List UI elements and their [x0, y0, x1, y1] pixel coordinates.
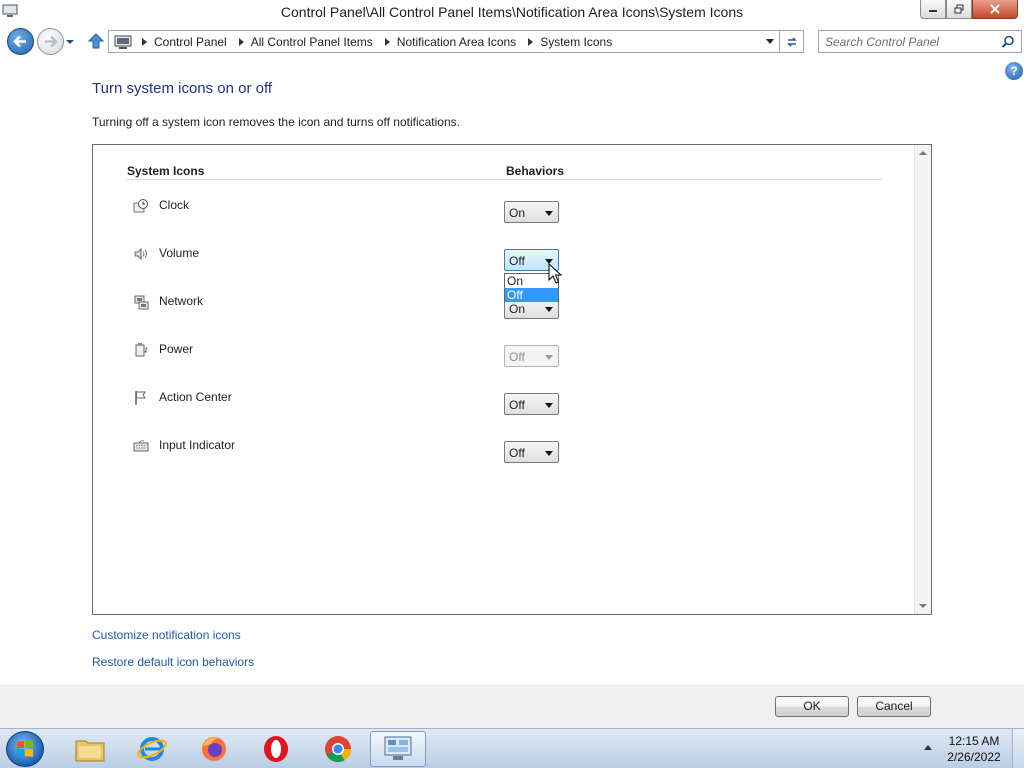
row-label-input-indicator: Input Indicator — [159, 438, 236, 452]
breadcrumb-control-panel[interactable]: Control Panel — [138, 35, 235, 49]
computer-icon — [114, 35, 132, 49]
restore-button[interactable] — [946, 0, 972, 19]
network-icon — [134, 295, 149, 310]
start-button[interactable] — [6, 731, 44, 767]
customize-notification-icons-link[interactable]: Customize notification icons — [92, 628, 241, 642]
opera-icon — [264, 736, 288, 762]
internet-explorer-icon — [137, 737, 167, 761]
search-box[interactable] — [818, 30, 1022, 53]
taskbar: 12:15 AM 2/26/2022 — [0, 728, 1024, 768]
breadcrumb-chevron-icon[interactable] — [384, 37, 390, 46]
minimize-button[interactable] — [920, 0, 946, 19]
taskbar-control-panel[interactable] — [370, 731, 426, 767]
address-bar[interactable]: Control Panel All Control Panel Items No… — [108, 30, 780, 53]
input-indicator-behavior-value: Off — [509, 446, 525, 460]
chevron-down-icon — [545, 451, 553, 456]
show-desktop-button[interactable] — [1012, 729, 1024, 768]
page-description: Turning off a system icon removes the ic… — [92, 115, 460, 129]
clock-icon — [133, 199, 148, 213]
row-label-clock: Clock — [159, 198, 190, 212]
chevron-down-icon — [545, 307, 553, 312]
mouse-cursor-icon — [548, 263, 562, 284]
chevron-down-icon — [545, 211, 553, 216]
taskbar-internet-explorer[interactable] — [124, 731, 180, 767]
taskbar-firefox[interactable] — [186, 731, 242, 767]
vertical-scrollbar[interactable] — [914, 145, 931, 614]
ok-button[interactable]: OK — [775, 696, 849, 717]
row-label-action-center: Action Center — [159, 390, 232, 404]
power-icon — [135, 343, 148, 357]
column-header-system-icons: System Icons — [127, 164, 205, 178]
action-center-behavior-value: Off — [509, 398, 525, 412]
navigation-bar: Control Panel All Control Panel Items No… — [0, 26, 1024, 58]
breadcrumb-chevron-icon[interactable] — [142, 37, 147, 46]
search-icon[interactable] — [1001, 35, 1015, 49]
file-explorer-icon — [75, 740, 105, 762]
chevron-down-icon — [545, 355, 553, 360]
network-behavior-value: On — [509, 302, 526, 316]
taskbar-chrome[interactable] — [310, 731, 366, 767]
volume-behavior-value: Off — [509, 254, 525, 268]
clock-behavior-value: On — [509, 206, 526, 220]
firefox-icon — [202, 737, 226, 761]
row-label-network: Network — [159, 294, 204, 308]
flag-icon — [135, 391, 146, 405]
title-bar: Control Panel\All Control Panel Items\No… — [0, 0, 1024, 26]
breadcrumb-notification-area-icons[interactable]: Notification Area Icons — [381, 35, 524, 49]
address-history-chevron-down-icon[interactable] — [766, 39, 774, 44]
cancel-button[interactable]: Cancel — [857, 696, 931, 717]
system-icons-panel: System Icons Behaviors Clock On Volume O… — [92, 144, 932, 615]
volume-icon — [134, 247, 147, 261]
dropdown-option-off[interactable]: Off — [505, 288, 558, 302]
breadcrumb-chevron-icon[interactable] — [238, 37, 244, 46]
row-label-volume: Volume — [159, 246, 200, 260]
back-button[interactable] — [7, 28, 34, 55]
row-label-power: Power — [159, 342, 194, 356]
system-clock[interactable]: 12:15 AM 2/26/2022 — [942, 733, 1006, 765]
refresh-button[interactable] — [780, 30, 804, 53]
dialog-footer: OK Cancel — [0, 686, 1024, 728]
scroll-up-icon[interactable] — [919, 151, 927, 155]
clock-behavior-select[interactable]: On — [504, 201, 559, 223]
power-behavior-select: Off — [504, 345, 559, 367]
up-level-arrow-icon[interactable] — [87, 32, 105, 50]
chrome-icon — [325, 736, 352, 763]
clock-time: 12:15 AM — [948, 734, 1000, 748]
recent-pages-chevron-down-icon[interactable] — [65, 37, 75, 47]
chevron-down-icon — [545, 403, 553, 408]
column-header-behaviors: Behaviors — [506, 164, 565, 178]
back-arrow-icon — [13, 35, 26, 48]
forward-button[interactable] — [37, 28, 64, 55]
window-controls — [920, 0, 1018, 19]
breadcrumb-system-icons[interactable]: System Icons — [524, 35, 620, 49]
restore-icon — [954, 4, 964, 14]
restore-default-behaviors-link[interactable]: Restore default icon behaviors — [92, 655, 254, 669]
windows-logo-icon — [17, 740, 33, 757]
close-button[interactable] — [972, 0, 1018, 19]
scroll-down-icon[interactable] — [919, 604, 927, 608]
help-icon[interactable]: ? — [1005, 62, 1023, 80]
page-title: Turn system icons on or off — [92, 80, 273, 97]
control-panel-icon — [384, 736, 412, 760]
input-indicator-behavior-select[interactable]: Off — [504, 441, 559, 463]
minimize-icon — [929, 10, 937, 12]
breadcrumb-all-control-panel-items[interactable]: All Control Panel Items — [235, 35, 381, 49]
refresh-icon — [786, 36, 797, 47]
action-center-behavior-select[interactable]: Off — [504, 393, 559, 415]
header-divider — [127, 179, 882, 180]
close-icon — [990, 4, 1000, 14]
taskbar-opera[interactable] — [248, 731, 304, 767]
keyboard-icon — [133, 440, 149, 452]
taskbar-file-explorer[interactable] — [62, 731, 118, 767]
power-behavior-value: Off — [509, 350, 525, 364]
search-input[interactable] — [819, 31, 999, 52]
breadcrumb-chevron-icon[interactable] — [528, 37, 534, 46]
window-title: Control Panel\All Control Panel Items\No… — [280, 4, 744, 20]
show-hidden-icons-chevron-up-icon[interactable] — [924, 745, 932, 750]
clock-date: 2/26/2022 — [947, 750, 1001, 764]
forward-arrow-icon — [45, 35, 58, 48]
